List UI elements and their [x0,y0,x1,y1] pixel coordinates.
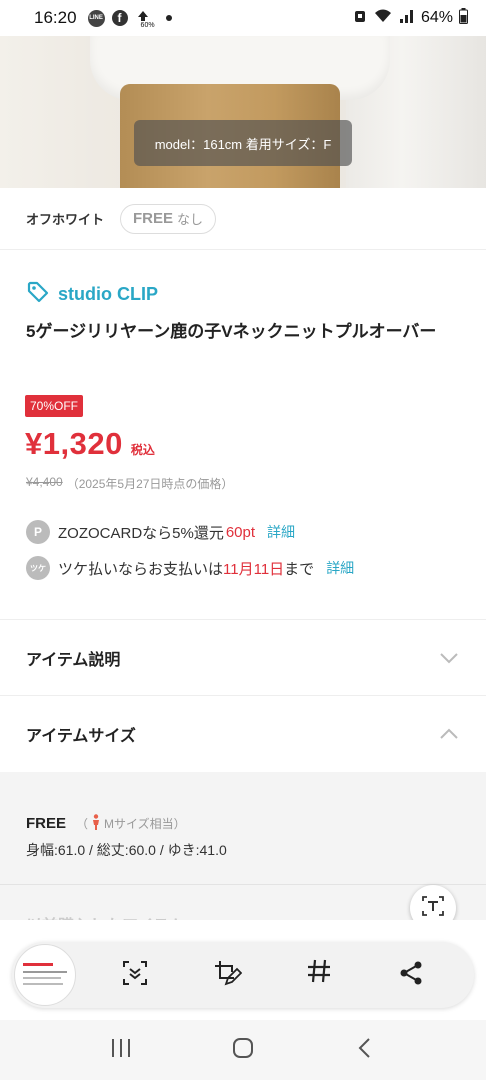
recent-apps-icon [110,1038,132,1063]
tax-label: 税込 [130,443,155,457]
hashtag-icon [305,957,333,993]
size-equivalent-text: Mサイズ相当） [104,817,186,831]
status-time: 16:20 [34,8,77,27]
person-icon [92,814,100,833]
home-icon [232,1037,254,1064]
product-title: 5ゲージリリヤーン鹿の子Vネックニットプルオーバー [26,322,437,341]
line-app-icon: LINE [87,9,105,27]
data-saver-icon: 60% [135,8,155,29]
scroll-capture-button[interactable] [112,952,158,998]
tsuke-text: ツケ払いならお支払いは [58,560,224,578]
screenshot-thumbnail[interactable] [14,944,76,1006]
tsuke-detail-link[interactable]: 詳細 [326,558,354,578]
tag-icon [26,280,50,309]
accordion-title: アイテム説明 [26,652,121,669]
back-button[interactable] [345,1030,385,1070]
system-nav-bar [0,1020,486,1080]
color-name: オフホワイト [26,212,105,227]
points-icon: P [26,520,50,544]
item-description-accordion[interactable]: アイテム説明 [0,620,486,696]
accordion-title: アイテムサイズ [26,728,136,745]
hashtag-button[interactable] [296,952,342,998]
share-icon [398,960,424,991]
size-dimensions: 身幅:61.0 / 総丈:60.0 / ゆき:41.0 [26,842,227,858]
item-size-accordion[interactable]: アイテムサイズ [0,696,486,772]
size-equivalent: （ Mサイズ相当） [76,814,186,833]
thumbnail-line [23,971,67,973]
discount-badge: 70%OFF [25,395,84,417]
share-button[interactable] [388,952,434,998]
signal-icon [399,8,415,29]
divider [0,884,486,885]
battery-icon [459,7,468,29]
thumbnail-line [23,963,53,966]
home-button[interactable] [223,1030,263,1070]
status-bar: 16:20 LINE f 60% 64% [0,0,486,36]
thumbnail-line [23,983,63,985]
brand-link[interactable]: studio CLIP [26,280,158,309]
model-caption: model：161cm 着用サイズ：F [134,120,352,166]
size-equivalent-paren: （ [76,817,89,831]
price-date-note: （2025年5月27日時点の価格） [66,477,234,491]
zozocard-row: P ZOZOCARDなら5%還元 60pt 詳細 [26,520,295,544]
brand-name: studio CLIP [58,284,158,304]
scroll-capture-icon [121,959,149,992]
capture-toolbar-area [0,920,486,1020]
thumbnail-line [23,977,61,979]
data-saver-label: 60% [140,21,155,29]
size-option[interactable]: FREE なし [120,203,217,234]
battery-percent: 64% [420,9,453,26]
original-price: ¥4,400 （2025年5月27日時点の価格） [26,475,233,492]
tsuke-row: ツケ ツケ払いならお支払いは 11月11日 まで 詳細 [26,556,354,580]
size-heading: FREE （ Mサイズ相当） [26,814,186,833]
notification-dot-icon [165,15,172,21]
stock-status: なし [177,212,204,227]
recent-apps-button[interactable] [101,1030,141,1070]
original-price-value: ¥4,400 [26,475,63,489]
chevron-down-icon [438,647,460,669]
back-icon [357,1037,373,1064]
zozocard-text: ZOZOCARDなら5%還元 [58,524,224,542]
alarm-icon [353,8,367,29]
variant-row: オフホワイト FREE なし [0,188,486,250]
size-label: FREE [133,210,174,227]
facebook-icon: f [111,10,128,26]
wifi-icon [373,8,393,29]
draw-button[interactable] [204,952,250,998]
tsuke-text-end: まで [284,560,315,578]
crop-draw-icon [212,958,243,993]
price: ¥1,320 税込 [25,426,155,462]
text-extract-icon [420,893,446,924]
tsuke-date: 11月11日 [223,560,285,578]
price-value: ¥1,320 [25,426,123,461]
product-image[interactable]: model：161cm 着用サイズ：F [0,36,486,188]
size-name: FREE [26,815,67,832]
zozocard-detail-link[interactable]: 詳細 [267,522,295,542]
zozocard-points: 60pt [225,523,256,541]
chevron-up-icon [438,723,460,745]
tsuke-icon: ツケ [26,556,50,580]
capture-toolbar [12,942,474,1008]
